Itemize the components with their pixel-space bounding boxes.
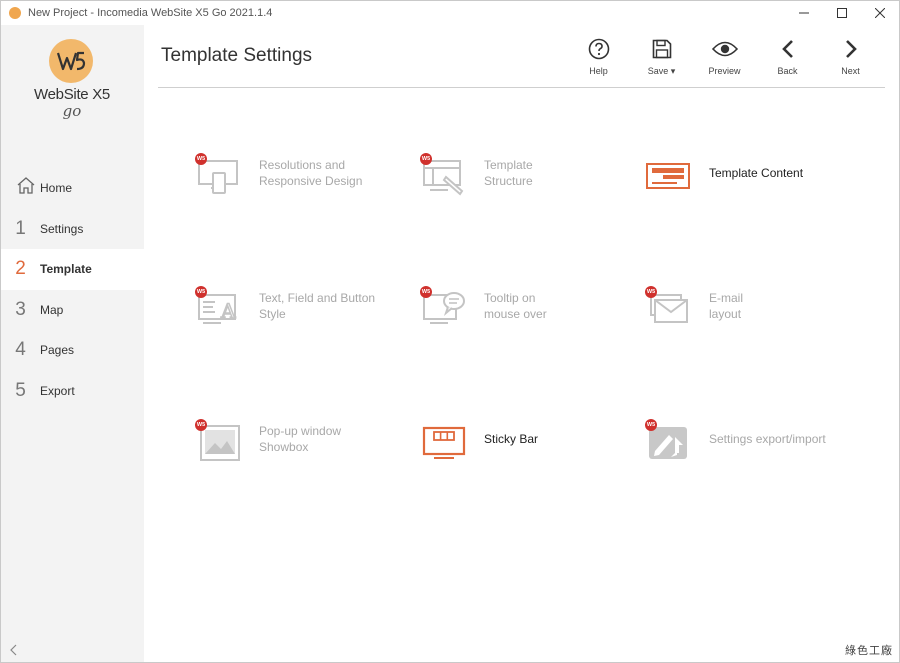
tile-sticky-bar[interactable]: Sticky Bar — [416, 404, 626, 474]
step-number: 5 — [15, 379, 26, 401]
tile-label: E-mail layout — [709, 291, 744, 321]
tile-email-layout[interactable]: W5 E-mail layout — [641, 271, 851, 341]
w5-badge-icon: W5 — [195, 286, 207, 298]
sticky-bar-icon — [416, 413, 468, 465]
tile-label: Pop-up window Showbox — [259, 424, 342, 454]
logo-name: WebSite X5 — [34, 86, 110, 103]
tile-text-field-button-style[interactable]: W5 A Text, Field and Button Style — [191, 271, 401, 341]
app-logo-icon — [9, 7, 21, 19]
sidebar-item-home[interactable]: Home — [1, 168, 144, 209]
step-number: 4 — [15, 339, 26, 361]
w5-badge-icon: W5 — [420, 153, 432, 165]
tile-label: Text, Field and Button Style — [259, 291, 376, 321]
help-label: Help — [589, 66, 608, 76]
back-label: Back — [777, 66, 798, 76]
save-label: Save ▾ — [647, 66, 676, 76]
chevron-left-icon — [781, 40, 793, 58]
tile-template-structure[interactable]: W5 Template Structure — [416, 138, 626, 208]
sidebar-item-label: Template — [40, 262, 92, 277]
sidebar-item-export[interactable]: 5 Export — [1, 371, 144, 412]
tile-template-content[interactable]: Template Content — [641, 138, 851, 208]
minimize-button[interactable] — [785, 1, 823, 25]
w5-badge-icon: W5 — [645, 419, 657, 431]
home-icon — [1, 176, 40, 200]
tile-settings-export-import[interactable]: W5 Settings export/import — [641, 404, 851, 474]
sidebar-item-label: Home — [40, 181, 73, 196]
maximize-icon — [837, 8, 847, 18]
title-bar: New Project - Incomedia WebSite X5 Go 20… — [1, 1, 899, 25]
help-icon — [588, 38, 609, 60]
close-button[interactable] — [861, 1, 899, 25]
chevron-right-icon — [845, 40, 857, 58]
tile-label: Settings export/import — [709, 432, 826, 446]
close-icon — [875, 8, 885, 18]
sidebar-item-label: Export — [40, 383, 75, 398]
sidebar-item-label: Pages — [40, 343, 75, 358]
preview-button[interactable]: Preview — [693, 35, 756, 81]
page-title: Template Settings — [161, 45, 313, 66]
svg-text:A: A — [220, 299, 236, 323]
showbox-icon: W5 — [191, 413, 243, 465]
step-number: 1 — [15, 217, 26, 239]
maximize-button[interactable] — [823, 1, 861, 25]
email-layout-icon: W5 — [641, 280, 693, 332]
sidebar-item-label: Map — [40, 302, 64, 317]
sidebar: WebSite X5 go Home 1 Settings 2 Template — [1, 25, 144, 662]
template-content-icon — [641, 147, 693, 199]
sidebar-item-template[interactable]: 2 Template — [1, 249, 144, 290]
tile-showbox[interactable]: W5 Pop-up window Showbox — [191, 404, 401, 474]
template-structure-icon: W5 — [416, 147, 468, 199]
step-number: 2 — [15, 258, 26, 280]
sidebar-item-label: Settings — [40, 221, 84, 236]
settings-export-import-icon: W5 — [641, 413, 693, 465]
tile-label: Template Content — [709, 166, 804, 180]
collapse-sidebar-icon[interactable] — [9, 644, 19, 656]
responsive-devices-icon: W5 — [191, 147, 243, 199]
w5-badge-icon: W5 — [420, 286, 432, 298]
header-divider — [158, 87, 885, 88]
help-button[interactable]: Help — [567, 35, 630, 81]
watermark: 綠色工廠 — [845, 645, 893, 657]
logo-mark — [49, 39, 93, 83]
w5-badge-icon: W5 — [645, 286, 657, 298]
minimize-icon — [799, 12, 809, 14]
w5-badge-icon: W5 — [195, 153, 207, 165]
sidebar-item-settings[interactable]: 1 Settings — [1, 209, 144, 250]
preview-label: Preview — [708, 66, 741, 76]
tile-tooltip[interactable]: W5 Tooltip on mouse over — [416, 271, 626, 341]
sidebar-nav: Home 1 Settings 2 Template 3 Map 4 Pages… — [1, 168, 144, 411]
next-label: Next — [841, 66, 860, 76]
toolbar: Help Save ▾ Preview Back Next — [567, 35, 882, 81]
tile-label: Resolutions and Responsive Design — [259, 158, 363, 188]
step-number: 3 — [15, 298, 26, 320]
text-style-icon: W5 A — [191, 280, 243, 332]
app-window: New Project - Incomedia WebSite X5 Go 20… — [0, 0, 900, 663]
next-button[interactable]: Next — [819, 35, 882, 81]
back-button[interactable]: Back — [756, 35, 819, 81]
save-button[interactable]: Save ▾ — [630, 35, 693, 81]
w5-logo-icon — [56, 51, 86, 71]
sidebar-item-map[interactable]: 3 Map — [1, 290, 144, 331]
logo-edition: go — [62, 102, 82, 120]
tooltip-icon: W5 — [416, 280, 468, 332]
tile-label: Tooltip on mouse over — [484, 291, 547, 321]
tile-label: Template Structure — [484, 158, 533, 188]
tile-label: Sticky Bar — [484, 432, 539, 446]
save-icon — [652, 39, 671, 59]
w5-badge-icon: W5 — [195, 419, 207, 431]
tile-resolutions[interactable]: W5 Resolutions and Responsive Design — [191, 138, 401, 208]
window-title: New Project - Incomedia WebSite X5 Go 20… — [28, 7, 273, 19]
sidebar-item-pages[interactable]: 4 Pages — [1, 330, 144, 371]
window-controls — [785, 1, 899, 25]
eye-icon — [711, 41, 738, 57]
